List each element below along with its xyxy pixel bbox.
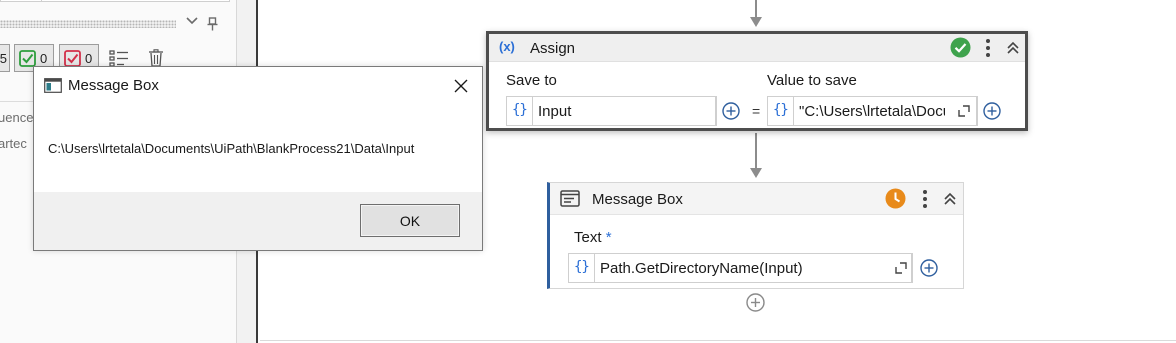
variable-icon: (x) bbox=[499, 39, 515, 54]
failed-count: 0 bbox=[85, 50, 93, 66]
expression-icon: {} bbox=[574, 259, 590, 275]
message-box-icon bbox=[560, 190, 580, 207]
partial-list-item: uence bbox=[0, 110, 34, 125]
save-to-value[interactable]: Input bbox=[538, 103, 708, 120]
panel-top-box bbox=[0, 0, 230, 2]
add-variable-icon[interactable] bbox=[920, 259, 938, 277]
add-variable-icon[interactable] bbox=[722, 102, 740, 120]
dialog-footer: OK bbox=[34, 192, 482, 250]
text-value[interactable]: Path.GetDirectoryName(Input) bbox=[600, 260, 880, 277]
window-app-icon bbox=[44, 78, 62, 93]
expand-editor-icon[interactable] bbox=[895, 262, 907, 274]
dialog-title: Message Box bbox=[68, 77, 159, 94]
message-box-header[interactable]: Message Box bbox=[550, 183, 963, 215]
more-options-icon[interactable] bbox=[985, 38, 991, 58]
ok-button[interactable]: OK bbox=[360, 204, 460, 237]
required-mark: * bbox=[605, 229, 612, 246]
message-box-title: Message Box bbox=[592, 191, 683, 208]
close-icon bbox=[454, 79, 468, 93]
connector-top bbox=[755, 0, 757, 18]
expression-icon: {} bbox=[773, 102, 789, 118]
partial-list-item: artec bbox=[0, 136, 27, 151]
panel-drag-grip[interactable] bbox=[0, 20, 176, 28]
passed-count: 0 bbox=[40, 50, 48, 66]
value-to-save-value[interactable]: "C:\Users\lrtetala\Documents\UiPath\Blan… bbox=[799, 103, 945, 120]
value-to-save-field[interactable]: {} "C:\Users\lrtetala\Documents\UiPath\B… bbox=[767, 96, 977, 126]
dialog-body: C:\Users\lrtetala\Documents\UiPath\Blank… bbox=[34, 105, 482, 192]
collapse-icon[interactable] bbox=[943, 192, 957, 206]
collapse-icon[interactable] bbox=[1006, 41, 1020, 55]
status-valid-icon bbox=[950, 37, 971, 58]
check-passed-icon bbox=[19, 49, 36, 67]
close-button[interactable] bbox=[447, 74, 475, 98]
text-label: Text * bbox=[574, 229, 612, 246]
text-field[interactable]: {} Path.GetDirectoryName(Input) bbox=[568, 253, 912, 283]
check-failed-icon bbox=[64, 49, 81, 67]
connector-middle bbox=[755, 133, 757, 168]
dialog-title-bar[interactable]: Message Box bbox=[34, 67, 482, 105]
chevron-down-icon[interactable] bbox=[186, 16, 198, 28]
assign-activity[interactable]: (x) Assign Save to Value to save {} Inpu… bbox=[486, 31, 1028, 131]
value-to-save-label: Value to save bbox=[767, 72, 857, 89]
dialog-message: C:\Users\lrtetala\Documents\UiPath\Blank… bbox=[48, 141, 415, 156]
expand-editor-icon[interactable] bbox=[958, 105, 970, 117]
message-box-activity[interactable]: Message Box Text * {} Path.GetDirectoryN… bbox=[547, 182, 964, 289]
assign-header[interactable]: (x) Assign bbox=[489, 34, 1025, 62]
text-label-text: Text bbox=[574, 229, 602, 246]
assign-title: Assign bbox=[530, 40, 576, 57]
status-pending-icon bbox=[885, 188, 906, 209]
arrow-head-icon bbox=[750, 168, 762, 178]
message-box-dialog: Message Box C:\Users\lrtetala\Documents\… bbox=[33, 66, 483, 251]
partial-count: 5 bbox=[0, 50, 7, 66]
canvas-bottom-border bbox=[260, 340, 1176, 341]
pin-icon[interactable] bbox=[207, 17, 218, 31]
trash-icon[interactable] bbox=[146, 49, 166, 67]
add-activity-icon[interactable] bbox=[746, 293, 765, 312]
more-options-icon[interactable] bbox=[922, 189, 928, 209]
save-to-field[interactable]: {} Input bbox=[506, 96, 716, 126]
filter-partial-button[interactable]: 5 bbox=[0, 44, 10, 72]
arrow-head-icon bbox=[750, 17, 762, 27]
add-variable-icon[interactable] bbox=[983, 102, 1001, 120]
equals-sign: = bbox=[752, 103, 761, 119]
list-filter-icon[interactable] bbox=[109, 49, 129, 67]
expression-icon: {} bbox=[512, 102, 528, 118]
save-to-label: Save to bbox=[506, 72, 557, 89]
